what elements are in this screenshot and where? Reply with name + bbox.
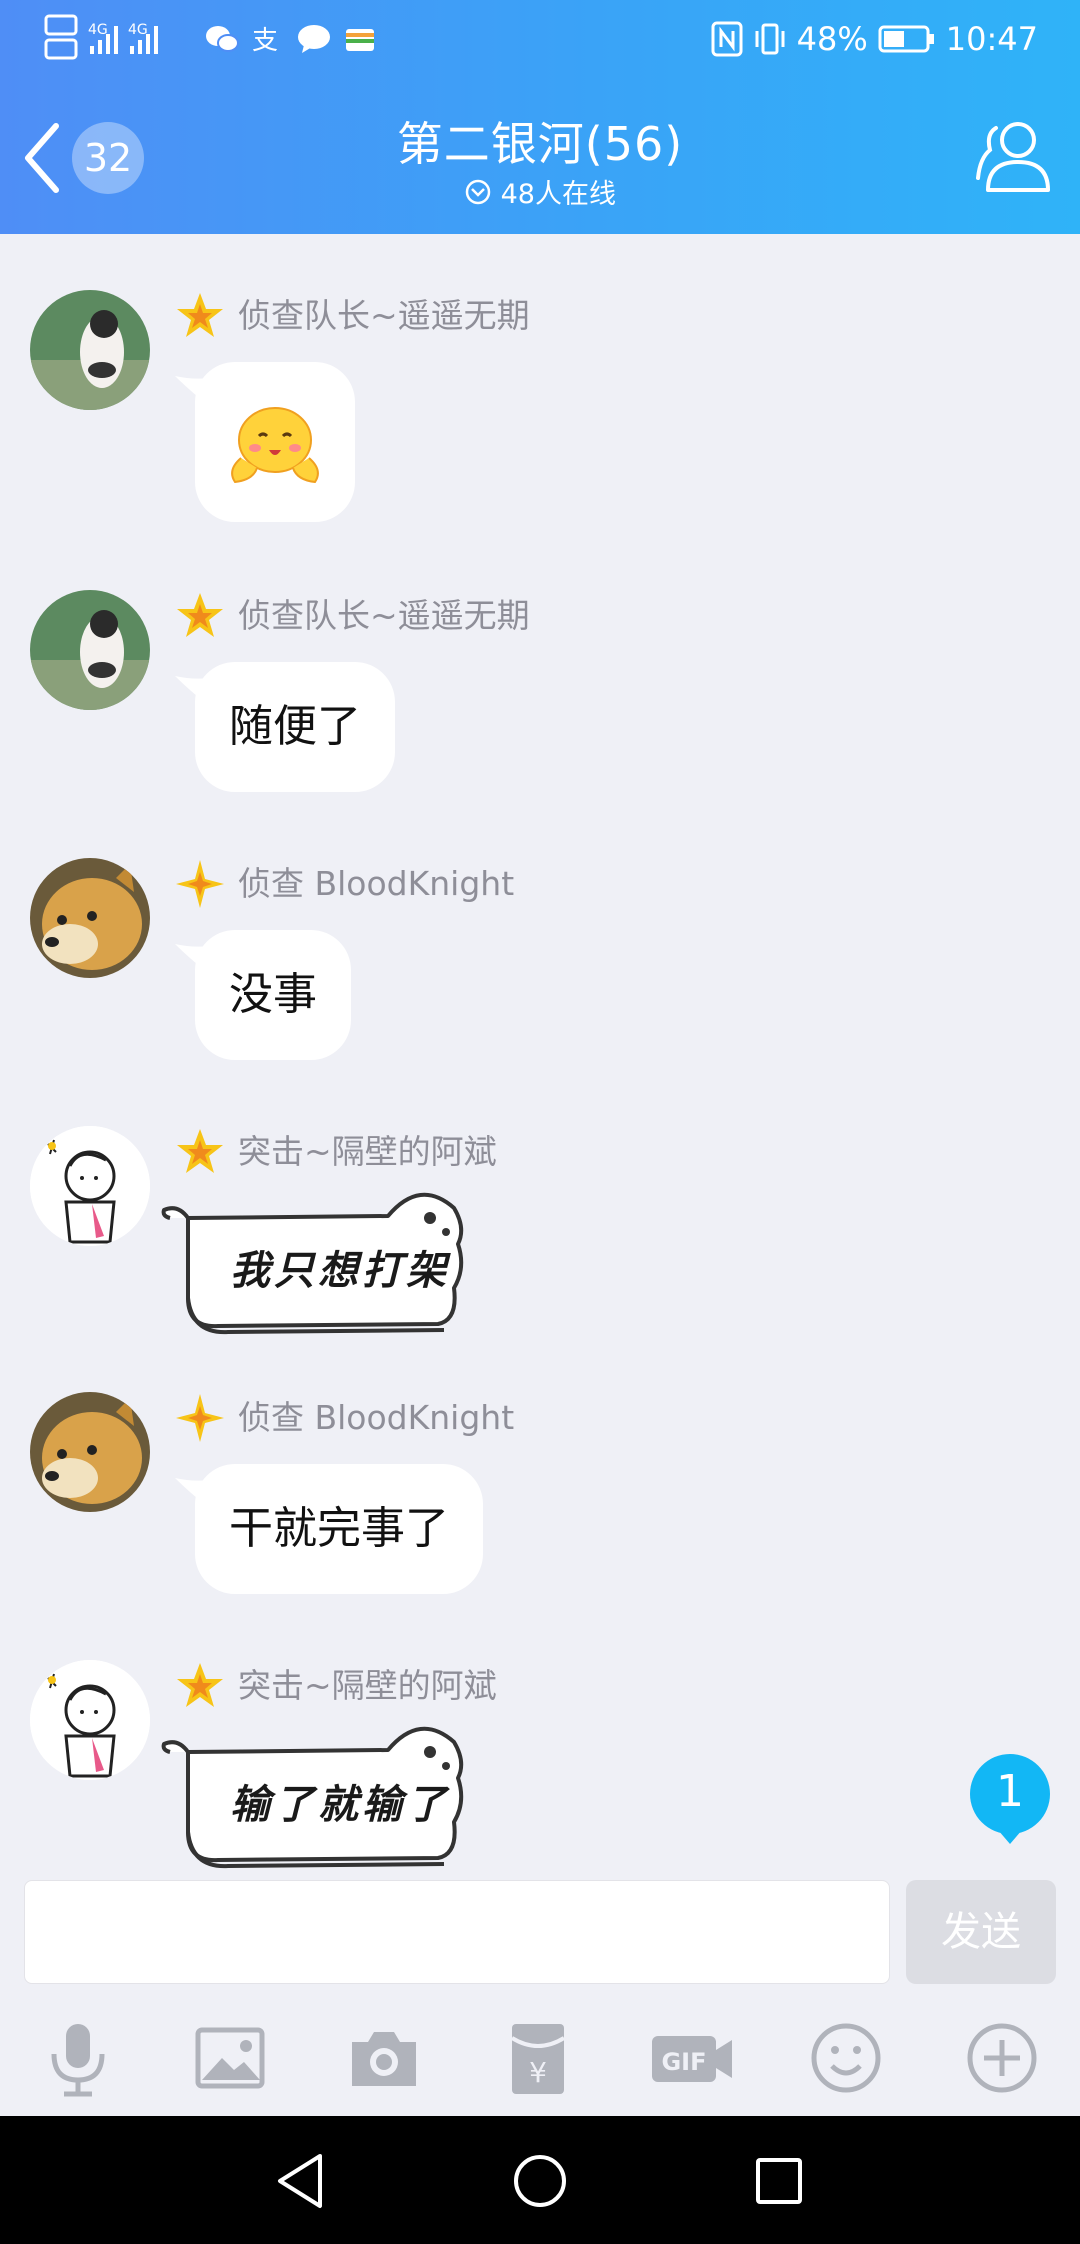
alipay-icon: 支 <box>252 26 278 55</box>
status-bar: 4G 4G 支 48% 10:47 <box>0 0 1080 84</box>
sender-name[interactable]: 突击~隔壁的阿斌 <box>238 1126 497 1178</box>
red-packet-button[interactable]: ¥ <box>498 2018 578 2098</box>
group-members-icon[interactable] <box>972 118 1054 196</box>
microphone-icon <box>51 2024 105 2097</box>
sender-name[interactable]: 侦查 BloodKnight <box>238 858 514 910</box>
shy-smile-emoji-icon <box>231 407 319 484</box>
camera-icon <box>352 2032 416 2086</box>
svg-text:支: 支 <box>252 26 278 55</box>
online-status[interactable]: 48人在线 <box>0 172 1080 211</box>
plus-icon <box>967 2023 1037 2093</box>
message-bubble[interactable]: 干就完事了 <box>175 1464 483 1594</box>
plus-button[interactable] <box>962 2018 1042 2098</box>
cat-avatar-icon <box>30 590 150 710</box>
svg-text:¥: ¥ <box>529 2056 547 2089</box>
bubble-tail <box>175 1478 209 1508</box>
nav-home-icon[interactable] <box>505 2146 575 2216</box>
avatar[interactable] <box>30 1126 150 1246</box>
sticker-text: 输了就输了 <box>230 1781 450 1828</box>
status-left-icons: 4G 4G 支 <box>44 14 378 64</box>
diamond-star-icon <box>176 1394 224 1442</box>
svg-text:4G: 4G <box>88 22 108 38</box>
star-level-icon <box>177 293 223 337</box>
red-packet-icon: ¥ <box>510 2024 566 2094</box>
avatar[interactable] <box>30 1392 150 1512</box>
sketch-avatar-icon <box>30 1660 150 1780</box>
sender-name[interactable]: 突击~隔壁的阿斌 <box>238 1660 497 1712</box>
nfc-icon <box>711 21 743 57</box>
emoji-button[interactable] <box>806 2018 886 2098</box>
sticker-bubble[interactable]: 我只想打架 <box>158 1188 518 1338</box>
doge-avatar-icon <box>30 858 150 978</box>
vibrate-icon <box>755 23 785 55</box>
clock: 10:47 <box>945 20 1038 58</box>
message-text: 随便了 <box>229 701 361 752</box>
svg-text:4G: 4G <box>128 22 148 38</box>
chat-header: 4G 4G 支 48% 10:47 32 第二银河(56) 48人在线 <box>0 0 1080 234</box>
sender-name[interactable]: 侦查 BloodKnight <box>238 1392 514 1444</box>
new-message-count: 1 <box>996 1766 1024 1817</box>
bubble-tail <box>175 376 209 406</box>
message-input[interactable] <box>24 1880 890 1984</box>
image-icon <box>195 2027 265 2089</box>
nav-back-icon[interactable] <box>266 2146 336 2216</box>
wallet-icon <box>346 29 374 51</box>
svg-text:GIF: GIF <box>661 2048 706 2076</box>
emoji-icon <box>811 2023 881 2093</box>
battery-icon <box>878 25 934 53</box>
chevron-down-circle-icon <box>465 179 491 204</box>
chat-toolbar: ¥ GIF <box>0 1992 1080 2116</box>
group-title[interactable]: 第二银河(56) <box>0 108 1080 174</box>
send-button[interactable]: 发送 <box>906 1880 1056 1984</box>
message-bubble[interactable]: 没事 <box>175 930 351 1060</box>
gif-button[interactable]: GIF <box>650 2018 734 2098</box>
gif-icon: GIF <box>652 2036 732 2082</box>
battery-percent: 48% <box>796 20 868 58</box>
hd-signal-icon: 4G 4G <box>44 14 158 60</box>
bubble-tail <box>175 944 209 974</box>
bubble-tail <box>175 676 209 706</box>
nav-recents-icon[interactable] <box>744 2146 814 2216</box>
star-level-icon <box>177 593 223 637</box>
cat-avatar-icon <box>30 290 150 410</box>
message-icon <box>298 25 330 53</box>
avatar[interactable] <box>30 1660 150 1780</box>
wechat-icon <box>206 26 239 52</box>
sketch-avatar-icon <box>30 1126 150 1246</box>
sender-name[interactable]: 侦查队长~遥遥无期 <box>238 590 530 642</box>
star-level-icon <box>177 1129 223 1173</box>
image-button[interactable] <box>190 2018 270 2098</box>
avatar[interactable] <box>30 590 150 710</box>
diamond-star-icon <box>176 860 224 908</box>
avatar[interactable] <box>30 858 150 978</box>
status-right: 48% 10:47 <box>711 20 1038 58</box>
message-bubble[interactable]: 随便了 <box>175 662 395 792</box>
system-nav-bar <box>0 2116 1080 2244</box>
avatar[interactable] <box>30 290 150 410</box>
message-text: 干就完事了 <box>229 1503 449 1554</box>
doge-avatar-icon <box>30 1392 150 1512</box>
star-level-icon <box>177 1663 223 1707</box>
emoji-bubble[interactable] <box>175 362 355 522</box>
online-count: 48人在线 <box>500 179 616 210</box>
input-bar: 发送 <box>0 1862 1080 1992</box>
message-text: 没事 <box>229 969 317 1020</box>
camera-button[interactable] <box>344 2018 424 2098</box>
microphone-button[interactable] <box>38 2018 118 2098</box>
new-message-badge[interactable]: 1 <box>968 1754 1052 1844</box>
sender-name[interactable]: 侦查队长~遥遥无期 <box>238 290 530 342</box>
sticker-text: 我只想打架 <box>230 1247 450 1294</box>
sticker-bubble[interactable]: 输了就输了 <box>158 1722 518 1872</box>
